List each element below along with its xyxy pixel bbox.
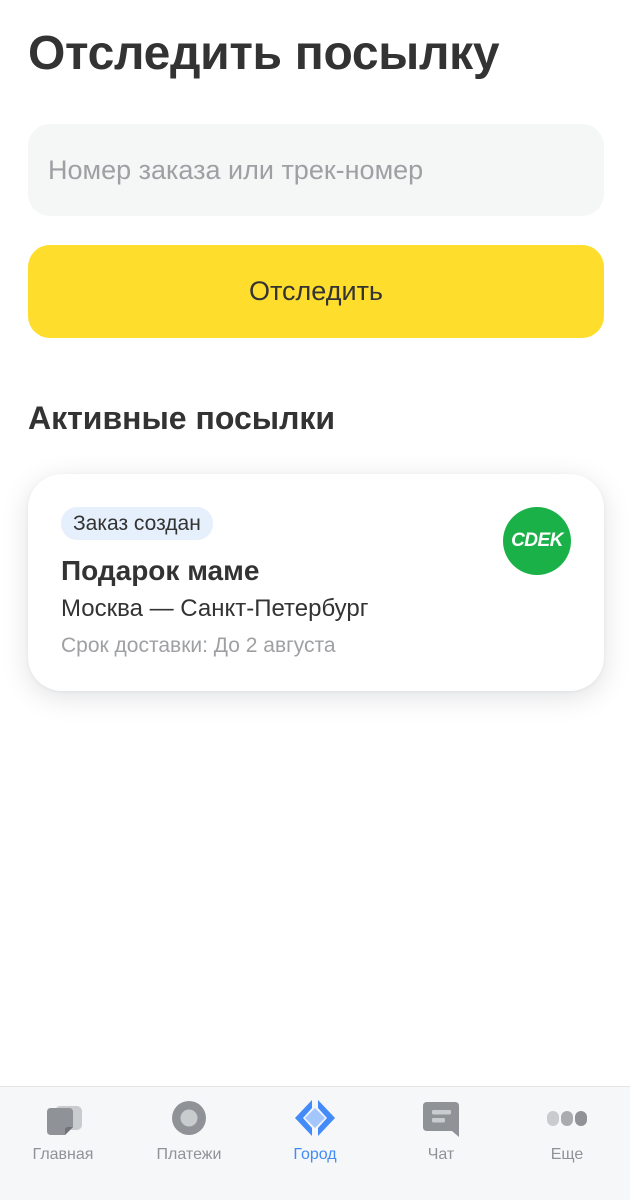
tab-payments-label: Платежи — [156, 1146, 222, 1163]
tab-city-label: Город — [293, 1146, 337, 1163]
carrier-logo-text: CDEK — [511, 530, 563, 551]
tab-bar: Главная Платежи Город Чат Еще — [0, 1086, 630, 1200]
page-title: Отследить посылку — [28, 27, 500, 80]
cdek-logo-icon: CDEK — [503, 507, 571, 575]
track-button[interactable]: Отследить — [28, 245, 604, 338]
circle-icon — [169, 1099, 209, 1139]
parcel-route: Москва — Санкт-Петербург — [61, 595, 369, 622]
tab-chat-label: Чат — [427, 1146, 455, 1163]
card-icon — [43, 1099, 83, 1139]
parcel-card[interactable]: Заказ создан Подарок маме Москва — Санкт… — [28, 474, 604, 691]
tab-chat[interactable]: Чат — [378, 1087, 504, 1200]
tab-city[interactable]: Город — [252, 1087, 378, 1200]
status-badge: Заказ создан — [61, 507, 213, 540]
tab-home[interactable]: Главная — [0, 1087, 126, 1200]
active-parcels-title: Активные посылки — [28, 400, 336, 436]
tab-home-label: Главная — [32, 1146, 94, 1163]
parcel-name: Подарок маме — [61, 555, 260, 586]
chat-icon — [421, 1099, 461, 1139]
tab-more-label: Еще — [550, 1146, 584, 1163]
tracking-number-input[interactable] — [28, 124, 604, 216]
tab-more[interactable]: Еще — [504, 1087, 630, 1200]
city-diamond-icon — [295, 1099, 335, 1139]
parcel-delivery-date: Срок доставки: До 2 августа — [61, 634, 336, 657]
more-dots-icon — [547, 1099, 587, 1139]
tab-payments[interactable]: Платежи — [126, 1087, 252, 1200]
